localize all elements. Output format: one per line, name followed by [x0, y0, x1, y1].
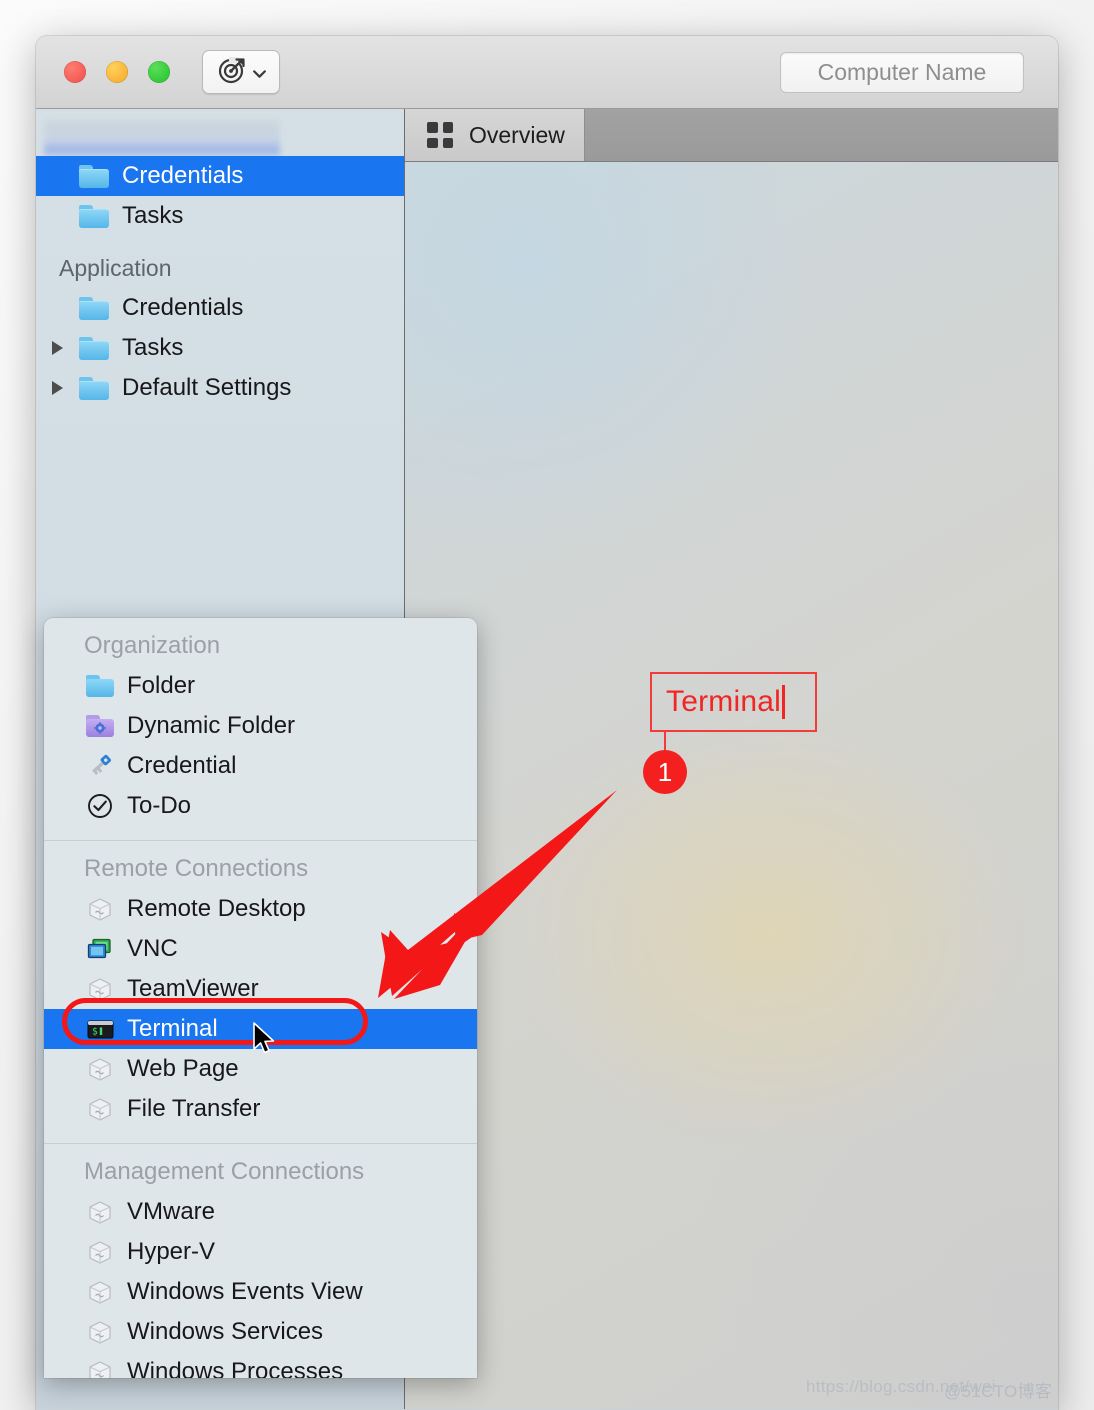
menu-item-windows-services[interactable]: Windows Services — [44, 1312, 477, 1352]
tab-overview[interactable]: Overview — [405, 109, 585, 161]
sidebar-item-label: Tasks — [122, 334, 184, 361]
sidebar-group-label: Application — [59, 255, 172, 281]
folder-icon — [79, 376, 109, 400]
annotation-step-badge: 1 — [643, 750, 687, 794]
target-arrow-icon — [217, 55, 247, 90]
menu-item-hyper-v[interactable]: Hyper-V — [44, 1232, 477, 1272]
menu-item-label: Windows Processes — [127, 1358, 344, 1378]
toolbar-action-button[interactable] — [202, 50, 280, 94]
menu-item-vmware[interactable]: VMware — [44, 1192, 477, 1232]
zoom-button[interactable] — [148, 61, 170, 83]
key-icon — [85, 752, 115, 780]
menu-section-header: Management Connections — [84, 1158, 365, 1185]
tab-label: Overview — [469, 121, 565, 148]
cube-icon — [85, 1358, 115, 1378]
menu-section-header: Organization — [84, 632, 221, 659]
close-button[interactable] — [64, 61, 86, 83]
annotation-highlight-ellipse — [62, 998, 368, 1045]
menu-item-dynamic-folder[interactable]: Dynamic Folder — [44, 706, 477, 746]
watermark: https://blog.csdn.net/wei @51CTO博客 — [806, 1377, 1052, 1401]
computer-name-search-input[interactable]: Computer Name — [780, 52, 1024, 93]
grid-icon — [427, 122, 453, 148]
menu-item-windows-processes[interactable]: Windows Processes — [44, 1352, 477, 1378]
sidebar-item-application-credentials[interactable]: Credentials — [36, 288, 404, 328]
menu-section-management-connections: Management Connections VMware Hyper-V Wi… — [44, 1144, 477, 1378]
menu-item-label: Folder — [127, 672, 196, 699]
cube-icon — [85, 1278, 115, 1306]
menu-item-windows-events-view[interactable]: Windows Events View — [44, 1272, 477, 1312]
sidebar-item-label: Default Settings — [122, 374, 292, 401]
mouse-cursor-icon — [252, 1022, 278, 1063]
disclosure-triangle-icon[interactable] — [52, 381, 63, 395]
menu-item-label: To-Do — [127, 792, 192, 819]
folder-icon — [79, 296, 109, 320]
menu-item-label: VMware — [127, 1198, 216, 1225]
menu-item-label: Windows Services — [127, 1318, 324, 1345]
sidebar-item-label: Credentials — [122, 162, 244, 189]
vnc-icon — [85, 935, 115, 963]
menu-item-label: Remote Desktop — [127, 895, 306, 922]
menu-item-label: Windows Events View — [127, 1278, 363, 1305]
menu-item-label: Dynamic Folder — [127, 712, 296, 739]
minimize-button[interactable] — [106, 61, 128, 83]
window-titlebar: Computer Name — [36, 36, 1058, 109]
search-placeholder: Computer Name — [817, 59, 987, 85]
folder-icon — [79, 336, 109, 360]
sidebar-item-credentials[interactable]: Credentials — [36, 156, 404, 196]
cube-icon — [85, 1198, 115, 1226]
cube-icon — [85, 1318, 115, 1346]
sidebar-item-label: Credentials — [122, 294, 244, 321]
menu-item-label: File Transfer — [127, 1095, 261, 1122]
disclosure-triangle-icon[interactable] — [52, 341, 63, 355]
sidebar-item-default-settings[interactable]: Default Settings — [36, 368, 404, 408]
menu-item-folder[interactable]: Folder — [44, 666, 477, 706]
check-circle-icon — [85, 792, 115, 820]
sidebar-item-tasks[interactable]: Tasks — [36, 196, 404, 236]
dynamic-folder-icon — [85, 712, 115, 740]
tab-bar: Overview — [405, 109, 1058, 162]
menu-item-label: Web Page — [127, 1055, 239, 1082]
cube-icon — [85, 1095, 115, 1123]
sidebar-item-application-tasks[interactable]: Tasks — [36, 328, 404, 368]
menu-item-file-transfer[interactable]: File Transfer — [44, 1089, 477, 1129]
annotation-arrow-icon — [370, 780, 630, 1025]
folder-icon — [85, 672, 115, 700]
annotation-badge-number: 1 — [657, 756, 673, 787]
menu-item-label: Hyper-V — [127, 1238, 216, 1265]
cube-icon — [85, 895, 115, 923]
screenshot-root: Computer Name Credentials Tasks Applicat… — [0, 0, 1094, 1410]
cube-icon — [85, 1238, 115, 1266]
chevron-down-icon — [251, 65, 266, 79]
traffic-lights — [64, 61, 170, 83]
folder-icon — [79, 204, 109, 228]
sidebar-redacted-item[interactable] — [44, 120, 280, 156]
main-pane: Overview — [405, 109, 1058, 1409]
sidebar-item-label: Tasks — [122, 202, 184, 229]
folder-icon — [79, 164, 109, 188]
menu-item-label: Credential — [127, 752, 237, 779]
annotation-callout-box: Terminal — [650, 672, 817, 732]
menu-item-label: VNC — [127, 935, 178, 962]
cube-icon — [85, 1055, 115, 1083]
text-caret-icon — [781, 685, 785, 719]
sidebar-group-header-application: Application — [36, 236, 404, 288]
watermark-brand: @51CTO博客 — [944, 1382, 1053, 1401]
annotation-callout-text: Terminal — [666, 685, 781, 718]
